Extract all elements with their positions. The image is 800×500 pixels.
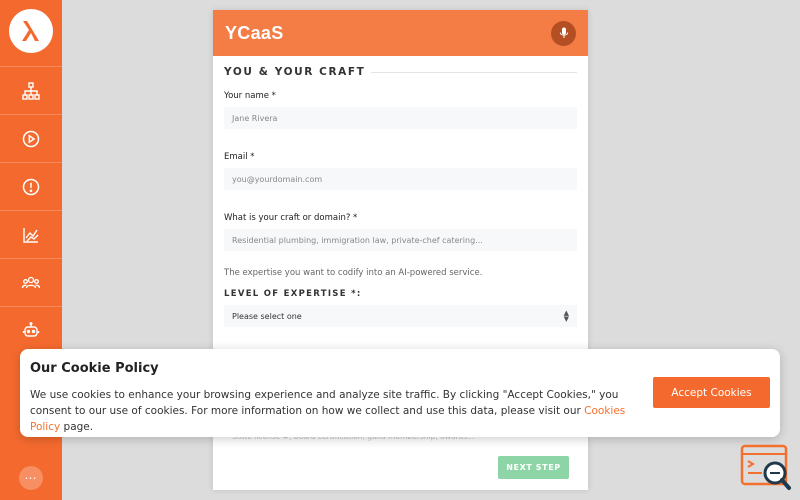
select-value: Please select one xyxy=(232,311,302,321)
alert-circle-icon xyxy=(22,178,40,195)
search-code-widget-icon[interactable] xyxy=(740,444,792,492)
microphone-icon xyxy=(559,27,568,38)
name-label: Your name * xyxy=(224,91,276,101)
sidebar-item-bot[interactable] xyxy=(0,306,62,354)
craft-input[interactable]: Residential plumbing, immigration law, p… xyxy=(224,229,577,251)
sidebar-item-play[interactable] xyxy=(0,114,62,162)
cookie-title: Our Cookie Policy xyxy=(30,361,159,376)
users-icon xyxy=(21,276,41,288)
email-label: Email * xyxy=(224,152,255,162)
craft-label: What is your craft or domain? * xyxy=(224,213,358,223)
next-step-button[interactable]: NEXT STEP xyxy=(498,456,569,479)
section-title: YOU & YOUR CRAFT xyxy=(224,66,577,78)
microphone-button[interactable] xyxy=(551,20,576,46)
form-header: YCaaS xyxy=(213,10,588,56)
name-input[interactable]: Jane Rivera xyxy=(224,107,577,129)
sidebar-item-analytics[interactable] xyxy=(0,210,62,258)
lambda-logo-icon[interactable] xyxy=(9,9,53,53)
expertise-level-label: LEVEL OF EXPERTISE *: xyxy=(224,289,362,299)
chart-line-icon xyxy=(23,227,39,243)
cookie-banner: Our Cookie Policy We use cookies to enha… xyxy=(20,349,780,437)
section-divider xyxy=(371,71,577,73)
sidebar-item-sitemap[interactable] xyxy=(0,66,62,114)
play-circle-icon xyxy=(22,130,40,147)
craft-hint: The expertise you want to codify into an… xyxy=(224,268,483,278)
sidebar-item-alert[interactable] xyxy=(0,162,62,210)
accept-cookies-button[interactable]: Accept Cookies xyxy=(653,377,770,408)
select-arrows-icon: ▲ ▼ xyxy=(563,309,569,323)
email-input[interactable]: you@yourdomain.com xyxy=(224,168,577,190)
brand-title: YCaaS xyxy=(225,22,284,43)
robot-icon xyxy=(22,321,40,337)
cookie-text: We use cookies to enhance your browsing … xyxy=(30,389,626,433)
more-options-button[interactable]: ⋯ xyxy=(19,466,43,490)
sidebar-item-users[interactable] xyxy=(0,258,62,306)
sitemap-icon xyxy=(22,81,40,100)
expertise-level-select[interactable]: Please select one ▲ ▼ xyxy=(224,305,577,327)
